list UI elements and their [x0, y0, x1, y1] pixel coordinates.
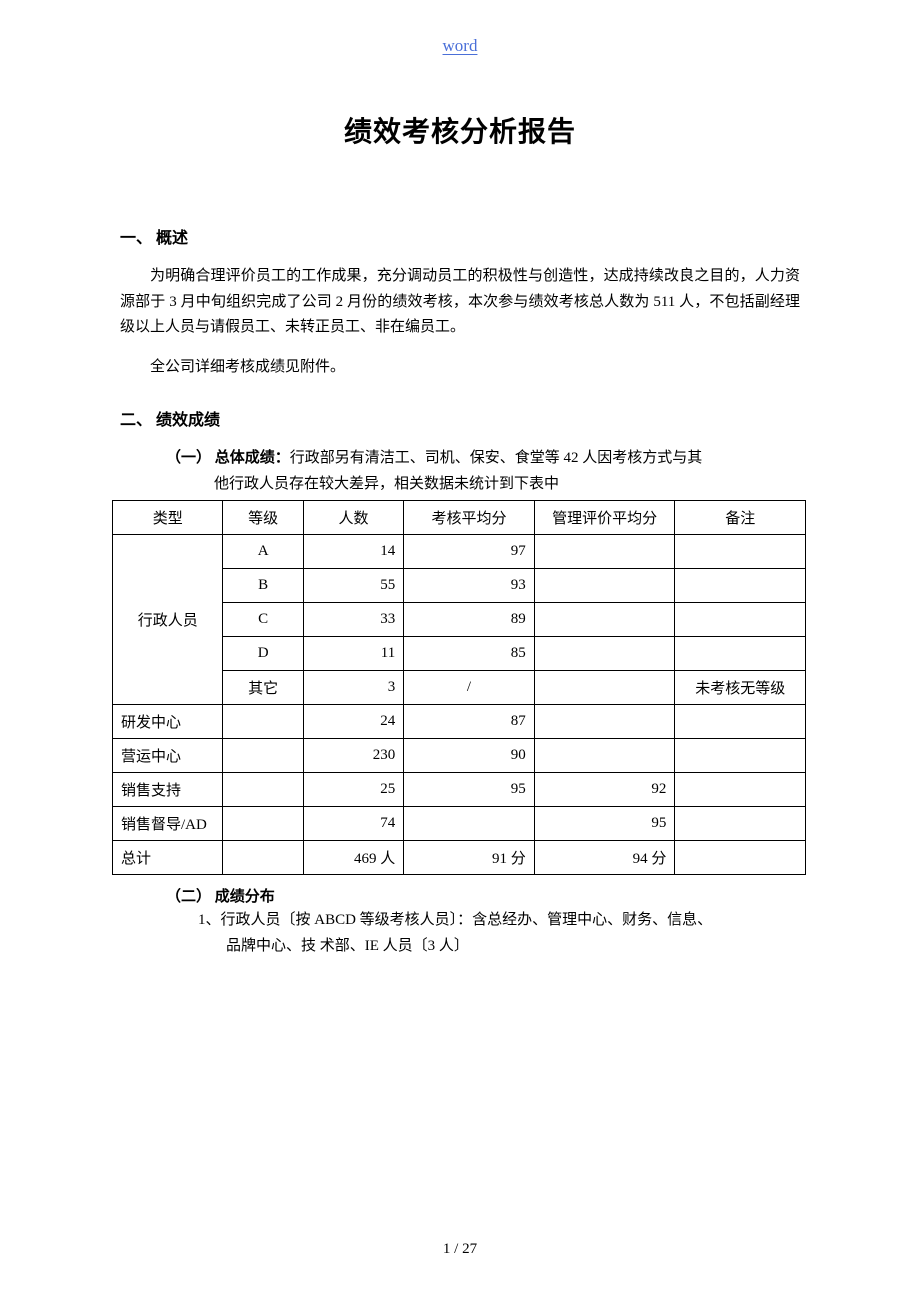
th-type: 类型	[113, 501, 223, 535]
document-title: 绩效考核分析报告	[120, 110, 800, 150]
list-item-1-cont: 品牌中心、技 术部、IE 人员〔3 人〕	[226, 934, 800, 960]
cell-avg: 90	[404, 739, 535, 773]
table-row: 行政人员 A 14 97	[113, 535, 806, 569]
table-row: 总计 469 人 91 分 94 分	[113, 841, 806, 875]
cell-grade	[223, 705, 303, 739]
cell-count: 33	[303, 603, 403, 637]
cell-type: 营运中心	[113, 739, 223, 773]
table-row: 销售支持 25 95 92	[113, 773, 806, 807]
cell-mgmt	[534, 535, 675, 569]
cell-count: 25	[303, 773, 403, 807]
cell-note	[675, 739, 806, 773]
cell-mgmt	[534, 671, 675, 705]
cell-note	[675, 569, 806, 603]
cell-avg: 93	[404, 569, 535, 603]
cell-note	[675, 705, 806, 739]
cell-note	[675, 773, 806, 807]
cell-grade: C	[223, 603, 303, 637]
cell-avg: 95	[404, 773, 535, 807]
cell-avg: 97	[404, 535, 535, 569]
cell-mgmt	[534, 739, 675, 773]
cell-grade: D	[223, 637, 303, 671]
th-avg: 考核平均分	[404, 501, 535, 535]
table-body: 行政人员 A 14 97 B 55 93 C 33 89	[113, 535, 806, 875]
cell-mgmt	[534, 705, 675, 739]
header-link[interactable]: word	[0, 36, 920, 56]
cell-note	[675, 807, 806, 841]
cell-count: 24	[303, 705, 403, 739]
th-count: 人数	[303, 501, 403, 535]
table-header-row: 类型 等级 人数 考核平均分 管理评价平均分 备注	[113, 501, 806, 535]
cell-grade	[223, 739, 303, 773]
page-content: 绩效考核分析报告 一、 概述 为明确合理评价员工的工作成果，充分调动员工的积极性…	[120, 110, 800, 959]
th-mgmt: 管理评价平均分	[534, 501, 675, 535]
table-row: 研发中心 24 87	[113, 705, 806, 739]
cell-mgmt	[534, 603, 675, 637]
cell-mgmt: 92	[534, 773, 675, 807]
cell-count: 74	[303, 807, 403, 841]
cell-note	[675, 535, 806, 569]
cell-count: 11	[303, 637, 403, 671]
th-note: 备注	[675, 501, 806, 535]
cell-avg: 91 分	[404, 841, 535, 875]
cell-count: 230	[303, 739, 403, 773]
cell-avg	[404, 807, 535, 841]
cell-count: 55	[303, 569, 403, 603]
cell-count: 469 人	[303, 841, 403, 875]
cell-note	[675, 637, 806, 671]
cell-grade: B	[223, 569, 303, 603]
subsection-1-cont: 他行政人员存在较大差异，相关数据未统计到下表中	[214, 472, 800, 496]
cell-note: 未考核无等级	[675, 671, 806, 705]
subsection-1-label: （一） 总体成绩：	[166, 450, 290, 466]
list-item-1: 1、行政人员〔按 ABCD 等级考核人员〕：含总经办、管理中心、财务、信息、	[198, 908, 800, 934]
cell-mgmt	[534, 637, 675, 671]
results-table: 类型 等级 人数 考核平均分 管理评价平均分 备注 行政人员 A 14 97 B…	[112, 500, 806, 875]
page-footer: 1 / 27	[0, 1241, 920, 1258]
table-row: 营运中心 230 90	[113, 739, 806, 773]
cell-grade	[223, 841, 303, 875]
cell-type: 总计	[113, 841, 223, 875]
cell-note	[675, 841, 806, 875]
cell-avg: 85	[404, 637, 535, 671]
cell-count: 3	[303, 671, 403, 705]
table-row: 销售督导/AD 74 95	[113, 807, 806, 841]
subsection-2-label: （二） 成绩分布	[166, 885, 800, 906]
section-1-heading: 一、 概述	[120, 224, 800, 248]
subsection-1-text: 行政部另有清洁工、司机、保安、食堂等 42 人因考核方式与其	[290, 450, 703, 466]
cell-grade	[223, 773, 303, 807]
cell-type: 销售支持	[113, 773, 223, 807]
cell-mgmt: 94 分	[534, 841, 675, 875]
cell-note	[675, 603, 806, 637]
cell-avg: 89	[404, 603, 535, 637]
cell-type: 销售督导/AD	[113, 807, 223, 841]
cell-grade: 其它	[223, 671, 303, 705]
cell-grade	[223, 807, 303, 841]
subsection-1-row: （一） 总体成绩：行政部另有清洁工、司机、保安、食堂等 42 人因考核方式与其	[166, 446, 800, 470]
section-1-para-1: 为明确合理评价员工的工作成果，充分调动员工的积极性与创造性，达成持续改良之目的，…	[120, 264, 800, 341]
th-grade: 等级	[223, 501, 303, 535]
cell-type: 行政人员	[113, 535, 223, 705]
section-2-heading: 二、 绩效成绩	[120, 406, 800, 430]
cell-avg: 87	[404, 705, 535, 739]
section-1-para-2: 全公司详细考核成绩见附件。	[120, 355, 800, 381]
cell-grade: A	[223, 535, 303, 569]
cell-type: 研发中心	[113, 705, 223, 739]
cell-mgmt: 95	[534, 807, 675, 841]
cell-mgmt	[534, 569, 675, 603]
cell-count: 14	[303, 535, 403, 569]
cell-avg: /	[404, 671, 535, 705]
